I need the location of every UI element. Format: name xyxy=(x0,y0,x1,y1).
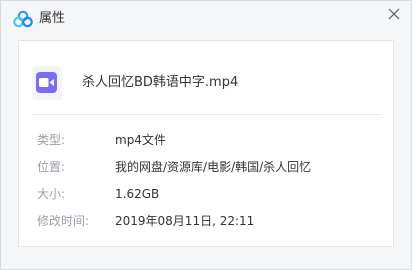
properties-dialog: 属性 杀人回忆BD韩语中字.mp4 类型: mp4文件 位置: 我的网盘/资源库… xyxy=(0,0,412,270)
property-row-location: 位置: 我的网盘/资源库/电影/韩国/杀人回忆 xyxy=(19,158,395,176)
video-file-icon xyxy=(36,72,57,93)
file-name: 杀人回忆BD韩语中字.mp4 xyxy=(82,75,239,90)
title-bar: 属性 xyxy=(1,1,411,37)
property-row-type: 类型: mp4文件 xyxy=(19,131,395,149)
location-label: 位置: xyxy=(37,160,66,174)
close-icon xyxy=(388,8,400,20)
location-value: 我的网盘/资源库/电影/韩国/杀人回忆 xyxy=(115,160,312,174)
modified-time-label: 修改时间: xyxy=(37,214,90,228)
divider xyxy=(32,114,382,115)
type-label: 类型: xyxy=(37,133,66,147)
property-row-size: 大小: 1.62GB xyxy=(19,185,395,203)
close-button[interactable] xyxy=(383,3,405,25)
properties-panel: 杀人回忆BD韩语中字.mp4 类型: mp4文件 位置: 我的网盘/资源库/电影… xyxy=(18,40,394,247)
baidu-netdisk-cloud-icon xyxy=(13,10,33,28)
size-value: 1.62GB xyxy=(115,187,160,201)
modified-time-value: 2019年08月11日, 22:11 xyxy=(115,214,255,228)
type-value: mp4文件 xyxy=(115,133,166,147)
size-label: 大小: xyxy=(37,187,66,201)
dialog-title: 属性 xyxy=(39,11,66,26)
file-thumbnail xyxy=(32,66,62,100)
property-row-modified-time: 修改时间: 2019年08月11日, 22:11 xyxy=(19,212,395,230)
